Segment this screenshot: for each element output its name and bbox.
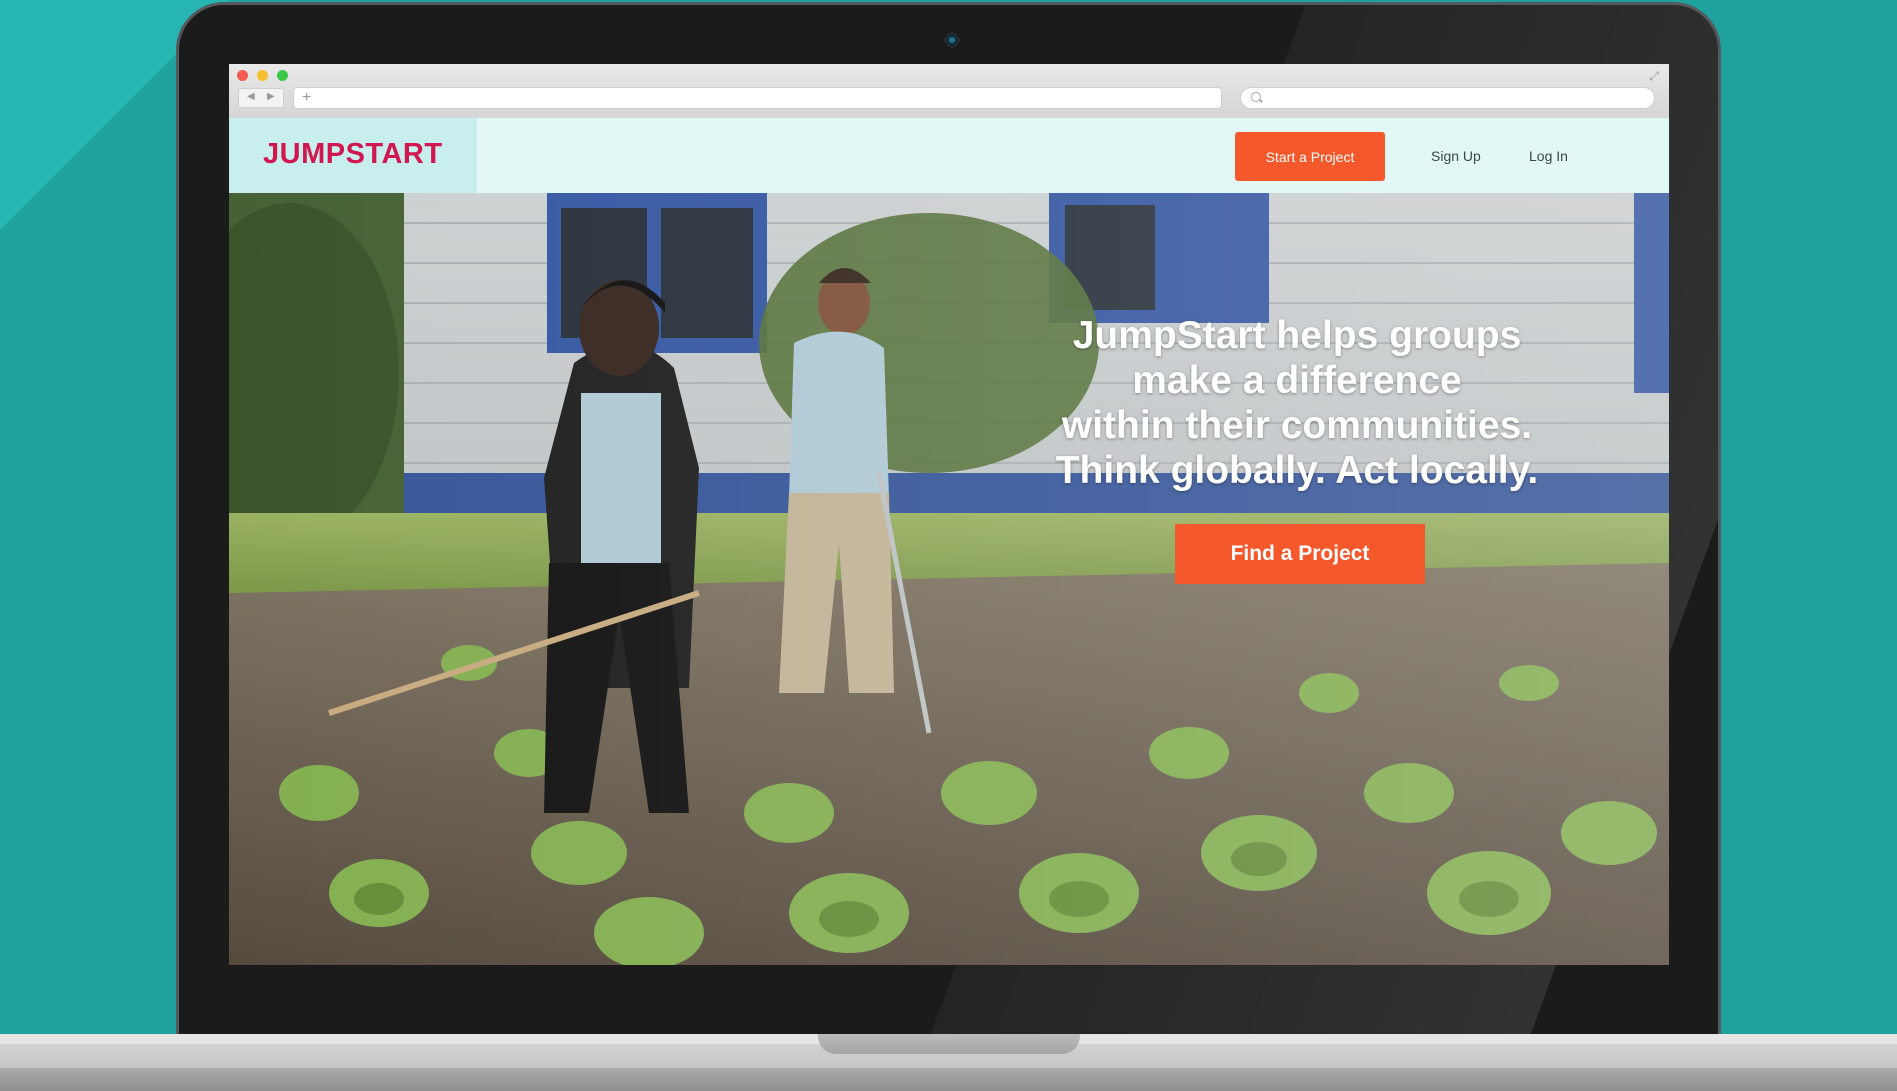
hero-headline-line: Think globally. Act locally. <box>1055 449 1539 492</box>
hero-headline-line: JumpStart helps groups <box>1072 314 1522 357</box>
laptop-notch <box>818 1034 1080 1054</box>
hero-headline-line: make a difference <box>1132 359 1462 402</box>
browser-window: ⤢ ◀ ▶ + JUMPSTART Start a Project Sign U… <box>229 64 1669 965</box>
site-header: JUMPSTART Start a Project Sign Up Log In <box>229 118 1669 193</box>
hero-photo <box>229 193 1669 965</box>
maximize-window-button[interactable] <box>277 70 288 81</box>
browser-toolbar: ⤢ ◀ ▶ + <box>229 64 1669 118</box>
close-window-button[interactable] <box>237 70 248 81</box>
camera-icon <box>944 32 960 48</box>
sign-up-link[interactable]: Sign Up <box>1431 148 1481 164</box>
search-icon <box>1251 92 1261 102</box>
find-project-button[interactable]: Find a Project <box>1175 524 1425 584</box>
hero-section: JumpStart helps groups make a difference… <box>229 193 1669 965</box>
address-bar[interactable]: + <box>293 87 1222 109</box>
plus-icon[interactable]: + <box>302 88 311 108</box>
laptop-base-shadow <box>0 1068 1897 1091</box>
hero-headline: JumpStart helps groups make a difference… <box>997 313 1597 493</box>
nav-buttons: ◀ ▶ <box>238 88 284 108</box>
expand-icon[interactable]: ⤢ <box>1647 69 1661 83</box>
hero-headline-line: within their communities. <box>1061 404 1533 447</box>
site-logo[interactable]: JUMPSTART <box>263 138 443 171</box>
forward-arrow-icon[interactable]: ▶ <box>267 91 275 102</box>
back-arrow-icon[interactable]: ◀ <box>247 91 255 102</box>
browser-search-input[interactable] <box>1240 87 1655 109</box>
logo-container: JUMPSTART <box>229 118 477 193</box>
start-project-button[interactable]: Start a Project <box>1235 132 1385 181</box>
log-in-link[interactable]: Log In <box>1529 148 1568 164</box>
minimize-window-button[interactable] <box>257 70 268 81</box>
